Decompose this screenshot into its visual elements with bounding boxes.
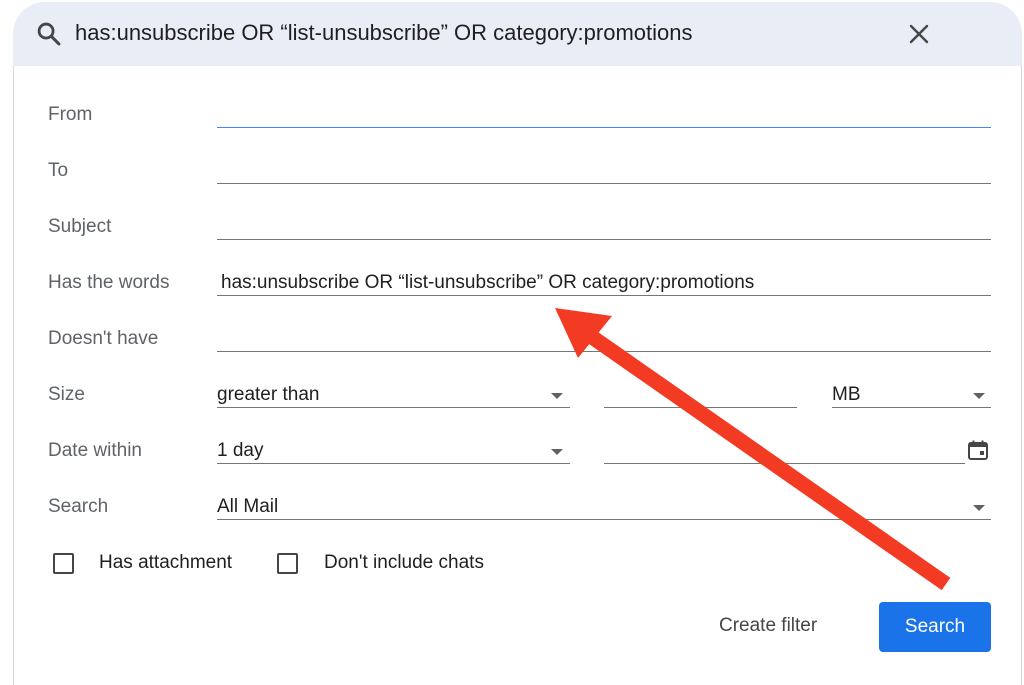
dont-include-chats-checkbox[interactable] bbox=[277, 553, 298, 574]
close-icon[interactable] bbox=[907, 22, 931, 46]
has-attachment-checkbox[interactable] bbox=[53, 553, 74, 574]
chevron-down-icon bbox=[551, 449, 563, 455]
from-field[interactable] bbox=[217, 127, 991, 128]
calendar-icon[interactable] bbox=[966, 438, 990, 462]
size-label: Size bbox=[48, 384, 85, 405]
search-button[interactable]: Search bbox=[879, 602, 991, 652]
has-words-label: Has the words bbox=[48, 272, 170, 293]
size-amount-field[interactable] bbox=[604, 407, 797, 408]
date-range-underline bbox=[217, 463, 570, 464]
search-icon[interactable] bbox=[35, 20, 63, 48]
size-unit-underline bbox=[832, 407, 991, 408]
search-query-input[interactable]: has:unsubscribe OR “list-unsubscribe” OR… bbox=[75, 20, 692, 46]
search-in-label: Search bbox=[48, 496, 109, 517]
doesnt-have-field[interactable] bbox=[217, 351, 991, 352]
search-options-page: has:unsubscribe OR “list-unsubscribe” OR… bbox=[0, 0, 1024, 685]
date-field[interactable] bbox=[604, 463, 965, 464]
chevron-down-icon bbox=[973, 393, 985, 399]
has-words-field[interactable]: has:unsubscribe OR “list-unsubscribe” OR… bbox=[221, 272, 754, 294]
date-range-value: 1 day bbox=[217, 440, 264, 461]
search-bar: has:unsubscribe OR “list-unsubscribe” OR… bbox=[13, 2, 1022, 66]
search-in-value: All Mail bbox=[217, 496, 279, 517]
has-words-underline bbox=[217, 295, 991, 296]
subject-field[interactable] bbox=[217, 239, 991, 240]
from-label: From bbox=[48, 104, 93, 125]
create-filter-button[interactable]: Create filter bbox=[719, 615, 817, 637]
search-in-underline bbox=[217, 519, 991, 520]
size-unit-value: MB bbox=[832, 384, 861, 405]
subject-label: Subject bbox=[48, 216, 112, 237]
has-attachment-label: Has attachment bbox=[99, 552, 233, 573]
to-label: To bbox=[48, 160, 69, 181]
dont-include-chats-label: Don't include chats bbox=[324, 552, 484, 573]
date-within-label: Date within bbox=[48, 440, 142, 461]
advanced-search-panel: From To Subject Has the words has:unsubs… bbox=[13, 66, 1022, 685]
doesnt-have-label: Doesn't have bbox=[48, 328, 159, 349]
chevron-down-icon bbox=[551, 393, 563, 399]
size-comparator-value: greater than bbox=[217, 384, 320, 405]
chevron-down-icon bbox=[973, 505, 985, 511]
size-comparator-underline bbox=[217, 407, 570, 408]
to-field[interactable] bbox=[217, 183, 991, 184]
